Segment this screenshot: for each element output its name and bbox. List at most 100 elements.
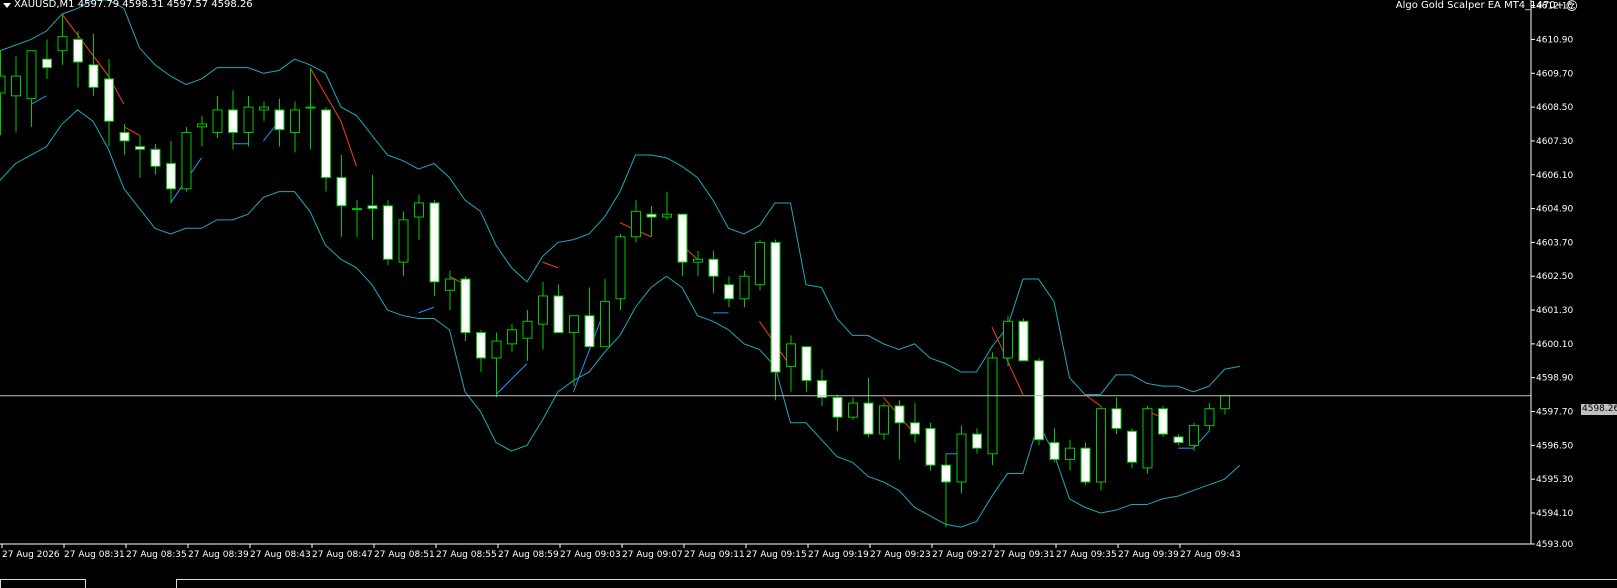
bull-candle-body [507,329,517,345]
bull-candle-body [739,275,750,300]
bull-candle-body [1003,320,1013,359]
y-tick-label: 4593.00 [1536,540,1573,550]
bear-candle-body [972,433,982,449]
y-tick-label: 4606.10 [1536,171,1573,181]
bear-candle-body [336,177,347,207]
x-tick-label: 27 Aug 08:51 [374,550,435,560]
bull-candle-body [522,320,533,339]
bull-candle-body [693,258,703,263]
bear-candle-body [941,464,951,483]
bear-candle-body [1018,320,1029,362]
y-tick-label: 4600.10 [1536,340,1573,350]
bull-candle-body [491,340,502,359]
bear-candle-body [863,402,874,435]
bear-candle-body [646,213,657,218]
bear-candle-body [274,109,285,131]
x-tick-label: 27 Aug 09:11 [684,550,745,560]
chart-background [0,0,1617,587]
bear-candle-body [894,405,905,424]
bear-candle-body [584,315,595,348]
bull-candle-body [631,210,641,238]
x-tick-label: 27 Aug 09:19 [808,550,869,560]
y-tick-label: 4610.90 [1536,35,1573,45]
bear-candle-body [476,332,486,359]
bear-candle-body [1127,430,1137,463]
bull-candle-body [1189,425,1199,446]
bull-candle-body [26,50,37,100]
bull-candle-body [1142,408,1153,469]
bear-candle-body [321,109,331,179]
bull-candle-body [259,106,269,111]
y-tick-label: 4598.90 [1536,374,1573,384]
bear-candle-body [1173,436,1184,444]
bull-candle-body [305,106,316,109]
bear-candle-body [925,427,936,466]
bull-candle-body [212,109,223,133]
bull-candle-body [290,109,300,133]
y-tick-label: 4597.70 [1536,408,1573,418]
bear-candle-body [460,278,471,334]
x-tick-label: 27 Aug 09:07 [622,550,683,560]
bear-candle-body [119,131,130,142]
bull-candle-body [848,402,858,418]
bull-candle-body [11,75,21,97]
x-tick-label: 27 Aug 08:43 [250,550,311,560]
bear-candle-body [817,380,827,398]
x-tick-label: 27 Aug 09:43 [1180,550,1241,560]
x-tick-label: 27 Aug 09:03 [560,550,621,560]
bear-candle-body [1034,360,1044,441]
y-tick-label: 4594.10 [1536,509,1573,519]
y-tick-label: 4602.50 [1536,272,1573,282]
bull-candle-body [662,213,672,218]
price-chart[interactable]: 4612.104610.904609.704608.504607.304606.… [0,0,1617,587]
bull-candle-body [879,405,889,435]
bear-candle-body [383,205,393,260]
bull-candle-body [755,241,765,286]
bull-candle-body [352,208,362,211]
bear-candle-body [150,148,161,167]
bear-candle-body [1049,442,1060,460]
bull-candle-body [987,357,998,455]
bear-candle-body [724,284,734,300]
bull-candle-body [0,75,6,94]
bear-candle-body [135,146,145,150]
x-tick-label: 27 Aug 08:39 [188,550,249,560]
y-tick-label: 4603.70 [1536,238,1573,248]
y-tick-label: 4607.30 [1536,137,1573,147]
bear-candle-body [228,109,238,133]
bear-candle-body [801,346,812,382]
bear-candle-body [88,64,99,88]
expert-advisor-label[interactable]: Algo Gold Scalper EA MT4_1470+ [1396,0,1564,11]
bear-candle-body [553,295,564,334]
x-tick-label: 27 Aug 08:55 [436,550,497,560]
symbol-menu-icon[interactable] [3,3,11,8]
bull-candle-body [1096,408,1106,483]
smiley-icon: ☺ [1565,0,1578,13]
bull-candle-body [569,315,579,334]
bear-candle-body [708,258,719,277]
bull-candle-body [1065,447,1075,460]
bear-candle-body [910,422,920,435]
bear-candle-body [104,78,114,122]
y-tick-label: 4596.50 [1536,441,1573,451]
bull-candle-body [1204,408,1215,427]
bull-candle-body [181,131,192,190]
x-tick-label: 27 Aug 08:31 [64,550,125,560]
bear-candle-body [367,205,378,210]
bull-candle-body [398,219,409,263]
x-tick-label: 27 Aug 08:47 [312,550,373,560]
bull-candle-body [956,433,967,483]
bear-candle-body [429,202,440,283]
bear-candle-body [42,58,52,69]
x-tick-label: 27 Aug 09:39 [1118,550,1179,560]
y-tick-label: 4608.50 [1536,103,1573,113]
bear-candle-body [1080,447,1091,483]
bear-candle-body [770,241,781,373]
bull-candle-body [57,36,68,52]
bull-candle-body [445,278,455,291]
bull-candle-body [243,106,254,133]
y-tick-label: 4601.30 [1536,306,1573,316]
bear-candle-body [1111,408,1122,429]
symbol-title: XAUUSD,M1 4597.79 4598.31 4597.57 4598.2… [14,0,253,10]
x-tick-label: 27 Aug 09:27 [932,550,993,560]
